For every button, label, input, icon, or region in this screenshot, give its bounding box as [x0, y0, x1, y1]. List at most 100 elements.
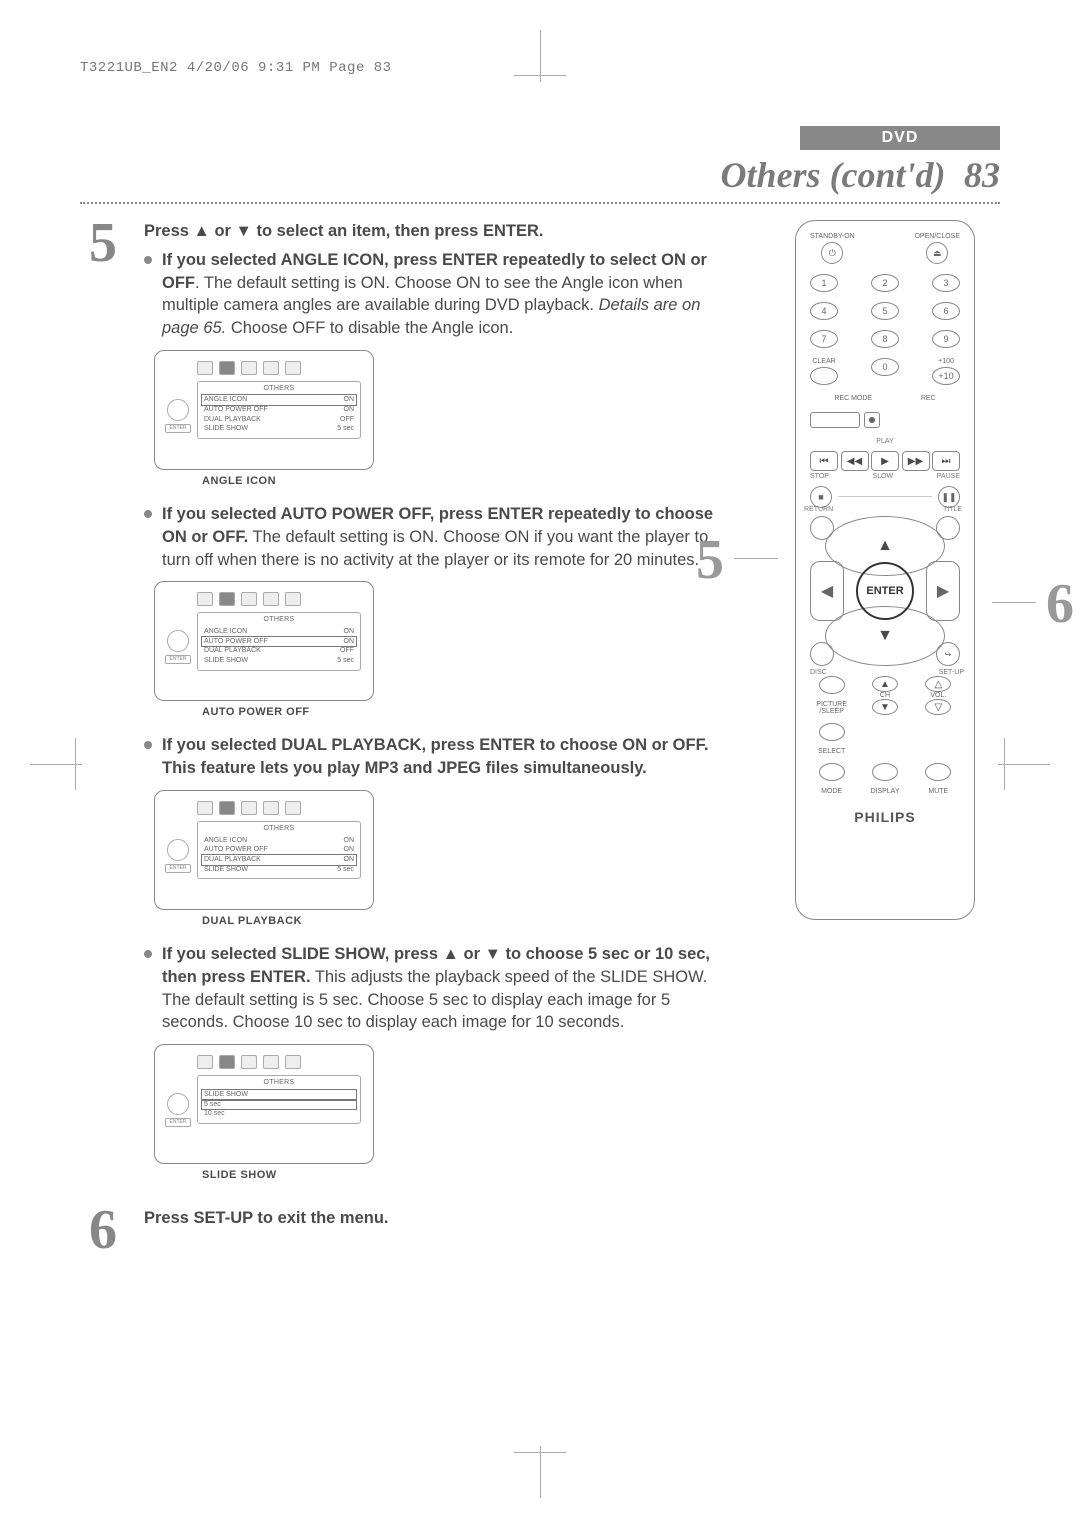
osd-row-val: ON	[344, 845, 355, 855]
display-label: DISPLAY	[863, 788, 906, 795]
return-label: RETURN	[804, 506, 833, 513]
osd-row-key: DUAL PLAYBACK	[204, 646, 261, 656]
osd-row-key: SLIDE SHOW	[204, 1090, 248, 1100]
digit-6: 6	[932, 302, 960, 320]
slow-label: SLOW	[873, 473, 894, 480]
title-label: TITLE	[943, 506, 962, 513]
osd-caption-dual: DUAL PLAYBACK	[202, 914, 736, 929]
digit-9: 9	[932, 330, 960, 348]
step6-text: Press SET-UP to exit the menu.	[144, 1207, 736, 1230]
osd-row-key: ANGLE ICON	[204, 395, 247, 405]
digit-3: 3	[932, 274, 960, 292]
osd-row-key: SLIDE SHOW	[204, 656, 248, 666]
select-button	[819, 723, 845, 741]
rec-button	[864, 412, 880, 428]
bullet-icon	[144, 950, 152, 958]
brand-label: PHILIPS	[810, 809, 960, 825]
osd-row-key: AUTO POWER OFF	[204, 405, 268, 415]
osd-auto-power-off: ENTER OTHERS ANGLE ICON ON AUTO POWER OFF…	[154, 581, 374, 701]
digit-1: 1	[810, 274, 838, 292]
dual-playback-paragraph: If you selected DUAL PLAYBACK, press ENT…	[162, 734, 736, 780]
osd-section-title: OTHERS	[202, 384, 356, 394]
osd-row-val: ON	[344, 395, 355, 405]
recmode-button	[810, 412, 860, 428]
instructions-column: 5 Press ▲ or ▼ to select an item, then p…	[80, 220, 746, 1265]
step-number-5: 5	[80, 220, 126, 268]
mode-button	[819, 763, 845, 781]
osd-row-key: AUTO POWER OFF	[204, 845, 268, 855]
osd-row-val: OFF	[340, 415, 354, 425]
vol-up-button: △	[925, 676, 951, 692]
pause-button: ❚❚	[938, 486, 960, 508]
osd-row-val: ON	[344, 405, 355, 415]
callout-5: 5	[696, 528, 724, 592]
picture-sleep-label: PICTURE /SLEEP	[810, 701, 853, 715]
osd-dual-playback: ENTER OTHERS ANGLE ICONON AUTO POWER OFF…	[154, 790, 374, 910]
osd-enter-label: ENTER	[165, 864, 191, 873]
mute-label: MUTE	[917, 788, 960, 795]
osd-enter-label: ENTER	[165, 655, 191, 664]
prev-button: ⏮	[810, 451, 838, 471]
osd-row-val: OFF	[340, 646, 354, 656]
standby-label: STANDBY-ON	[810, 233, 855, 240]
callout-line	[734, 558, 778, 559]
standby-button: ⏻	[821, 242, 843, 264]
osd-enter-label: ENTER	[165, 1118, 191, 1127]
dual-bold: If you selected DUAL PLAYBACK, press ENT…	[162, 736, 708, 777]
select-label: SELECT	[810, 748, 853, 755]
bullet-icon	[144, 741, 152, 749]
angle-icon-paragraph: If you selected ANGLE ICON, press ENTER …	[162, 249, 736, 340]
disc-label: DISC	[810, 669, 827, 676]
step5-lead: Press ▲ or ▼ to select an item, then pre…	[144, 220, 736, 243]
openclose-button: ⏏	[926, 242, 948, 264]
osd-enter-label: ENTER	[165, 424, 191, 433]
rew-button: ◀◀	[841, 451, 869, 471]
osd-row-key: 10 sec	[204, 1109, 225, 1119]
slide-show-paragraph: If you selected SLIDE SHOW, press ▲ or ▼…	[162, 943, 736, 1034]
step-number-6: 6	[80, 1207, 126, 1255]
digit-8: 8	[871, 330, 899, 348]
mode-label: MODE	[810, 788, 853, 795]
osd-row-val: 5 sec	[337, 656, 354, 666]
osd-row-key: 5 sec	[204, 1100, 221, 1110]
openclose-label: OPEN/CLOSE	[914, 233, 960, 240]
osd-row-key: DUAL PLAYBACK	[204, 415, 261, 425]
dvd-section-label: DVD	[800, 126, 1000, 150]
osd-row-val: 5 sec	[337, 424, 354, 434]
digit-5: 5	[871, 302, 899, 320]
page-title: Others (cont'd)	[721, 155, 946, 195]
bullet-icon	[144, 510, 152, 518]
angle-rest2: Choose OFF to disable the Angle icon.	[226, 319, 513, 337]
digit-7: 7	[810, 330, 838, 348]
digit-2: 2	[871, 274, 899, 292]
setup-label: SET-UP	[939, 669, 964, 676]
osd-caption-auto: AUTO POWER OFF	[202, 705, 736, 720]
osd-row-key: SLIDE SHOW	[204, 424, 248, 434]
remote-diagram: STANDBY-ON⏻ OPEN/CLOSE⏏ 123 456 789 CLEA…	[795, 220, 975, 920]
osd-section-title: OTHERS	[202, 615, 356, 625]
pause-label: PAUSE	[937, 473, 960, 480]
osd-caption-slide: SLIDE SHOW	[202, 1168, 736, 1183]
rec-label: REC	[921, 395, 936, 402]
osd-row-key: AUTO POWER OFF	[204, 637, 268, 647]
picture-sleep-button	[819, 676, 845, 694]
digit-0: 0	[871, 358, 899, 376]
ch-up-button: ▲	[872, 676, 898, 692]
mute-button	[925, 763, 951, 781]
osd-row-val: ON	[344, 836, 355, 846]
ch-down-button: ▼	[872, 699, 898, 715]
osd-row-val: 5 sec	[337, 865, 354, 875]
print-header: T3221UB_EN2 4/20/06 9:31 PM Page 83	[80, 60, 1000, 76]
auto-power-off-paragraph: If you selected AUTO POWER OFF, press EN…	[162, 503, 736, 571]
callout-line	[992, 602, 1036, 603]
clear-label: CLEAR	[812, 358, 835, 365]
osd-row-val: ON	[344, 627, 355, 637]
osd-row-key: ANGLE ICON	[204, 627, 247, 637]
osd-section-title: OTHERS	[202, 1078, 356, 1088]
osd-row-key: DUAL PLAYBACK	[204, 855, 261, 865]
play-label: PLAY	[876, 438, 893, 445]
plus10-button: +10	[932, 367, 960, 385]
plus100-label: +100	[938, 358, 954, 365]
clear-button	[810, 367, 838, 385]
display-button	[872, 763, 898, 781]
